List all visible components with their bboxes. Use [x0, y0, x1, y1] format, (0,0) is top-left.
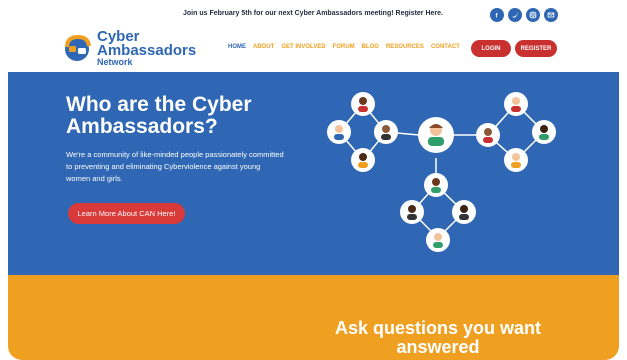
person-avatar-bottom-right: [452, 200, 476, 224]
nav-item-resources[interactable]: RESOURCES: [386, 44, 424, 50]
hero-description: We're a community of like-minded people …: [66, 150, 284, 183]
person-avatar-right-right: [532, 120, 556, 144]
logo-text: Cyber Ambassadors Network: [97, 29, 196, 67]
person-avatar-left-top: [351, 92, 375, 116]
facebook-icon[interactable]: f: [490, 8, 504, 22]
questions-title: Ask questions you want answered: [334, 318, 542, 357]
nav-item-blog[interactable]: BLOG: [362, 44, 379, 50]
logo-line3: Network: [97, 57, 133, 67]
announcement-link[interactable]: Join us February 5th for our next Cyber …: [148, 10, 478, 17]
nav-item-forum[interactable]: FORUM: [333, 44, 355, 50]
logo-mark-icon: [65, 34, 91, 61]
questions-section: Ask questions you want answered: [8, 275, 619, 360]
nav-item-about[interactable]: ABOUT: [253, 44, 274, 50]
email-icon[interactable]: [544, 8, 558, 22]
twitter-icon[interactable]: [508, 8, 522, 22]
person-avatar-bottom-left: [400, 200, 424, 224]
site-logo[interactable]: Cyber Ambassadors Network: [64, 29, 196, 70]
hero-section: Who are the Cyber Ambassadors? We're a c…: [8, 72, 619, 275]
person-avatar-left-left: [327, 120, 351, 144]
register-button[interactable]: REGISTER: [515, 40, 557, 57]
person-avatar-center: [418, 117, 454, 153]
person-avatar-right-bottom: [504, 148, 528, 172]
nav-item-home[interactable]: HOME: [228, 44, 246, 50]
nav-item-get-involved[interactable]: GET INVOLVED: [281, 44, 325, 50]
announcement-bar: Join us February 5th for our next Cyber …: [8, 0, 619, 28]
login-button[interactable]: LOGIN: [471, 40, 511, 57]
person-avatar-right-top: [504, 92, 528, 116]
nav-item-contact[interactable]: CONTACT: [431, 44, 460, 50]
main-navbar: Cyber Ambassadors Network HOME ABOUT GET…: [8, 28, 619, 72]
community-network-illustration: [327, 92, 556, 252]
person-avatar-bottom-top: [424, 173, 448, 197]
instagram-icon[interactable]: [526, 8, 540, 22]
page-frame: Join us February 5th for our next Cyber …: [8, 0, 619, 360]
svg-text:f: f: [495, 12, 498, 19]
person-avatar-left-right: [374, 120, 398, 144]
person-avatar-right-left: [476, 123, 500, 147]
learn-more-button[interactable]: Learn More About CAN Here!: [68, 203, 185, 224]
social-links: f: [490, 8, 558, 22]
nav-menu: HOME ABOUT GET INVOLVED FORUM BLOG RESOU…: [228, 44, 460, 50]
hero-title: Who are the Cyber Ambassadors?: [66, 93, 252, 138]
person-avatar-bottom-bottom: [426, 228, 450, 252]
person-avatar-left-bottom: [351, 148, 375, 172]
